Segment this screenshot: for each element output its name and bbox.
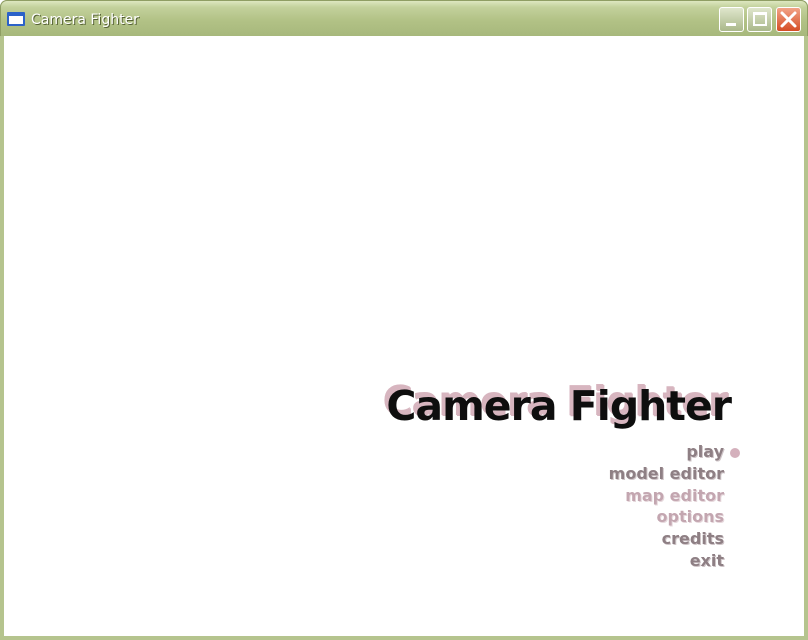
menu-item-play[interactable]: play	[609, 441, 724, 463]
window-app-icon[interactable]	[7, 12, 25, 26]
close-icon	[780, 11, 797, 28]
maximize-button[interactable]	[747, 7, 772, 32]
game-title: Camera Fighter	[386, 382, 732, 430]
minimize-icon	[726, 23, 736, 26]
close-button[interactable]	[776, 7, 801, 32]
menu-item-exit[interactable]: exit	[609, 550, 724, 572]
minimize-button[interactable]	[719, 7, 744, 32]
main-menu: play model editor map editor options cre…	[609, 441, 724, 572]
window-title: Camera Fighter	[31, 12, 139, 28]
menu-item-credits[interactable]: credits	[609, 528, 724, 550]
maximize-icon	[753, 12, 767, 26]
title-bar[interactable]: Camera Fighter	[0, 0, 808, 36]
selection-dot-icon	[730, 448, 740, 458]
game-canvas[interactable]: Camera Fighter play model editor map edi…	[4, 36, 804, 636]
menu-item-options[interactable]: options	[609, 506, 724, 528]
app-window: Camera Fighter Camera Fighter play model…	[0, 0, 808, 640]
menu-item-model-editor[interactable]: model editor	[609, 463, 724, 485]
menu-item-map-editor[interactable]: map editor	[609, 485, 724, 507]
